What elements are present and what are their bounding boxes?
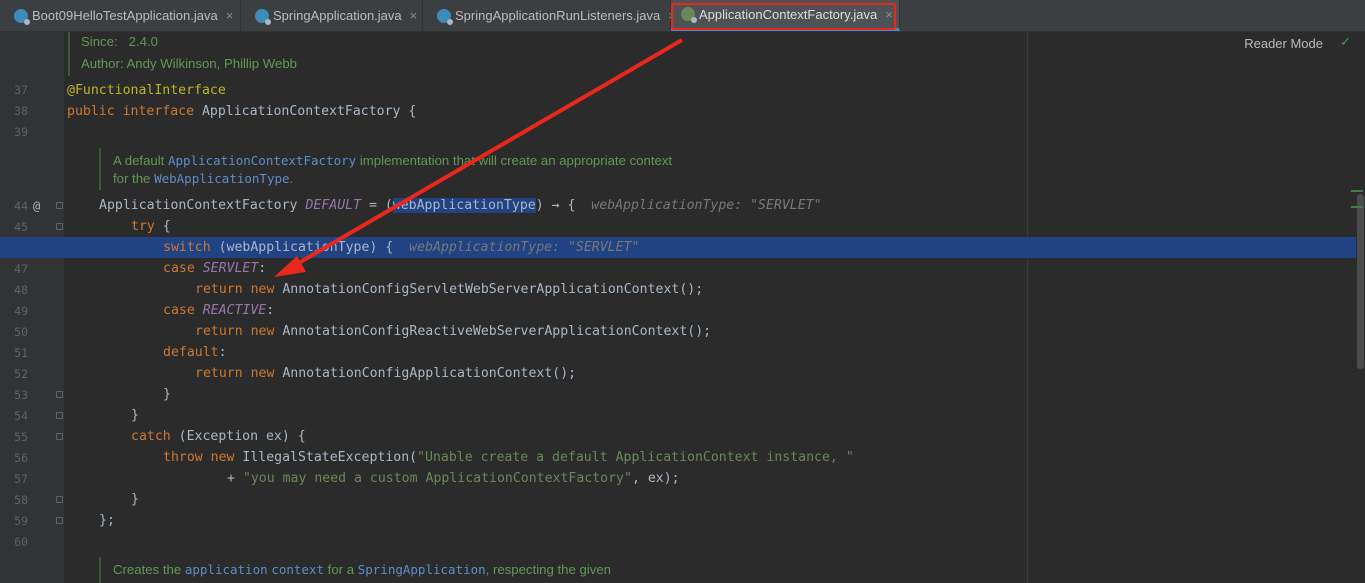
annotation-arrow-head xyxy=(274,256,306,277)
annotation-arrow-shaft xyxy=(288,38,684,270)
annotation-arrow-overlay xyxy=(274,38,684,277)
